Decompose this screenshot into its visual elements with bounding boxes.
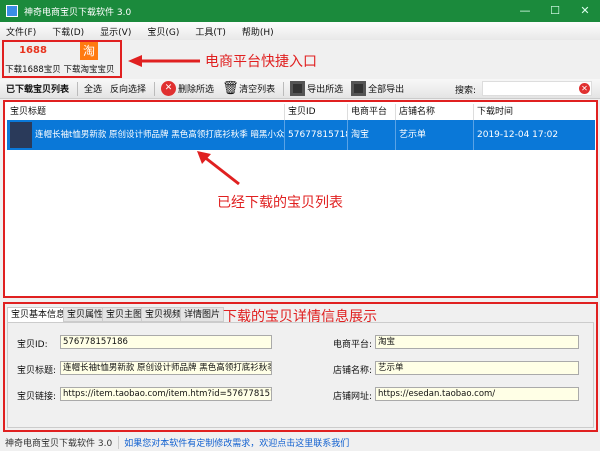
column-header-time[interactable]: 下载时间 (474, 104, 594, 120)
maximize-button[interactable]: ☐ (540, 0, 570, 22)
column-header-platform[interactable]: 电商平台 (348, 104, 396, 120)
item-thumbnail (10, 122, 32, 148)
delete-selected-button[interactable]: ✕ 删除所选 (161, 81, 214, 96)
menu-help[interactable]: 帮助(H) (242, 25, 274, 38)
menu-file[interactable]: 文件(F) (6, 25, 36, 38)
item-detail-panel: 宝贝基本信息 宝贝属性 宝贝主图 宝贝视频 详情图片 下载的宝贝详情信息展示 宝… (3, 302, 598, 432)
1688-logo-icon: 1688 (19, 45, 47, 56)
close-button[interactable]: ✕ (570, 0, 600, 22)
arrow-icon (128, 55, 200, 67)
trash-icon: 🗑 (222, 81, 239, 96)
title-bar: 神奇电商宝贝下载软件 3.0 — ☐ ✕ (0, 0, 600, 22)
status-app-name: 神奇电商宝贝下载软件 3.0 (5, 435, 120, 449)
tab-main-images[interactable]: 宝贝主图 (102, 307, 147, 322)
platform-label: 电商平台: (333, 340, 373, 350)
item-title-field[interactable]: 连帽长袖t恤男新款 原创设计师品牌 黑色高领打底衫秋季 暗黑小众 (60, 361, 272, 375)
cell-shop: 艺示单 (396, 120, 474, 150)
menu-download[interactable]: 下载(D) (52, 25, 84, 38)
app-icon (6, 5, 18, 17)
menu-tools[interactable]: 工具(T) (195, 25, 226, 38)
item-id-field[interactable]: 576778157186 (60, 335, 272, 349)
list-note: 已经下载的宝贝列表 (217, 195, 343, 211)
export-all-button[interactable]: 全部导出 (351, 81, 404, 96)
select-all-button[interactable]: 全选 (84, 82, 102, 95)
column-header-id[interactable]: 宝贝ID (285, 104, 348, 120)
download-taobao-label: 下载淘宝宝贝 (63, 65, 115, 75)
platform-field[interactable]: 淘宝 (375, 335, 579, 349)
table-row[interactable]: 连帽长袖t恤男新款 原创设计师品牌 黑色高领打底衫秋季 暗黑小众 5767781… (7, 120, 595, 150)
delete-label: 删除所选 (178, 85, 215, 95)
menu-bar: 文件(F) 下载(D) 显示(V) 宝贝(G) 工具(T) 帮助(H) (0, 22, 600, 40)
clear-search-icon[interactable]: ✕ (579, 83, 590, 94)
downloaded-items-list: 宝贝标题 宝贝ID 电商平台 店铺名称 下载时间 连帽长袖t恤男新款 原创设计师… (3, 100, 598, 298)
tab-basic-info[interactable]: 宝贝基本信息 (7, 307, 70, 322)
cell-title: 连帽长袖t恤男新款 原创设计师品牌 黑色高领打底衫秋季 暗黑小众 (7, 120, 285, 150)
search-label: 搜索: (455, 86, 477, 96)
column-header-shop[interactable]: 店铺名称 (396, 104, 474, 120)
export-selected-button[interactable]: 导出所选 (290, 81, 343, 96)
menu-view[interactable]: 显示(V) (100, 25, 131, 38)
search-input[interactable]: ✕ (482, 81, 592, 96)
tab-attributes[interactable]: 宝贝属性 (63, 307, 108, 322)
column-header-title[interactable]: 宝贝标题 (7, 104, 285, 120)
divider (283, 81, 285, 96)
divider (77, 81, 79, 96)
download-1688-label: 下载1688宝贝 (5, 65, 61, 75)
export-selected-label: 导出所选 (307, 85, 344, 95)
contact-link[interactable]: 如果您对本软件有定制修改需求，欢迎点击这里联系我们 (124, 436, 349, 449)
menu-item[interactable]: 宝贝(G) (147, 25, 179, 38)
shop-url-field[interactable]: https://esedan.taobao.com/ (375, 387, 579, 401)
item-id-label: 宝贝ID: (17, 340, 48, 350)
quick-entry-note: 电商平台快捷入口 (205, 54, 317, 70)
download-taobao-button[interactable]: 淘 下载淘宝宝贝 (60, 42, 118, 75)
tab-video[interactable]: 宝贝视频 (141, 307, 186, 322)
delete-icon: ✕ (161, 81, 177, 96)
minimize-button[interactable]: — (510, 0, 540, 22)
cell-platform: 淘宝 (348, 120, 396, 150)
item-title-label: 宝贝标题: (17, 366, 57, 376)
save-icon (290, 81, 306, 96)
window-title: 神奇电商宝贝下载软件 3.0 (24, 7, 132, 18)
invert-selection-button[interactable]: 反向选择 (110, 82, 146, 95)
cell-time: 2019-12-04 17:02 (477, 130, 559, 140)
divider (154, 81, 156, 96)
status-bar: 神奇电商宝贝下载软件 3.0 如果您对本软件有定制修改需求，欢迎点击这里联系我们 (0, 433, 600, 451)
toolbar: 已下载宝贝列表 全选 反向选择 ✕ 删除所选 🗑 清空列表 导出所选 全部导出 搜索… (0, 79, 600, 99)
shop-url-label: 店铺网址: (333, 392, 373, 402)
item-link-label: 宝贝链接: (17, 392, 57, 402)
taobao-logo-icon: 淘 (80, 42, 98, 60)
cell-id: 576778157186 (285, 120, 348, 150)
shop-name-label: 店铺名称: (333, 366, 373, 376)
arrow-icon (197, 151, 240, 186)
clear-label: 清空列表 (239, 85, 276, 95)
toolbar-title: 已下载宝贝列表 (6, 85, 70, 95)
tab-detail-images[interactable]: 详情图片 (180, 307, 225, 322)
clear-list-button[interactable]: 🗑 清空列表 (222, 81, 275, 96)
shop-name-field[interactable]: 艺示单 (375, 361, 579, 375)
item-link-field[interactable]: https://item.taobao.com/item.htm?id=5767… (60, 387, 272, 401)
save-icon (351, 81, 367, 96)
download-1688-button[interactable]: 1688 下载1688宝贝 (4, 42, 62, 75)
export-all-label: 全部导出 (368, 85, 405, 95)
